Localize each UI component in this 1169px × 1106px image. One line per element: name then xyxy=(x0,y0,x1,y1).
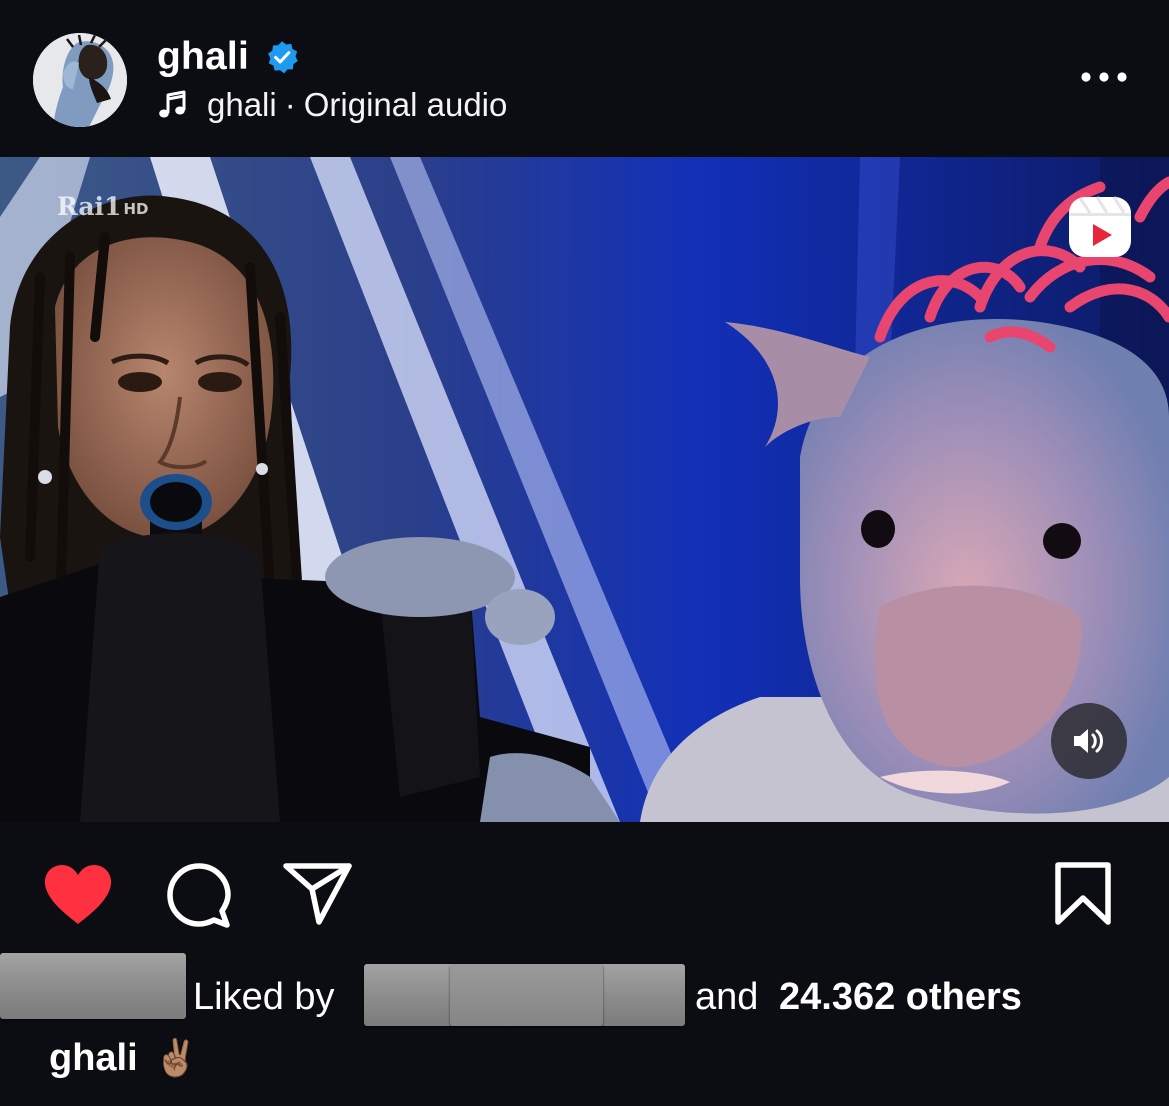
redacted-username-overlay xyxy=(450,964,603,1026)
audio-link[interactable]: ghali · Original audio xyxy=(157,84,507,126)
comment-icon[interactable] xyxy=(165,862,233,930)
music-note-icon xyxy=(159,90,186,118)
bookmark-icon[interactable] xyxy=(1054,862,1112,926)
liked-by-prefix: Liked by xyxy=(193,976,335,1018)
reels-icon[interactable] xyxy=(1066,194,1134,260)
share-icon[interactable] xyxy=(283,862,353,926)
audio-separator: · xyxy=(284,86,296,123)
broadcaster-channel: 1 xyxy=(104,191,122,221)
post-username[interactable]: ghali xyxy=(157,34,249,80)
video-frame xyxy=(0,157,1169,822)
post-video[interactable]: Rai 1 HD xyxy=(0,157,1169,822)
verified-badge-icon xyxy=(268,41,298,74)
speaker-icon xyxy=(1074,729,1103,753)
broadcaster-name: Rai xyxy=(57,191,105,221)
likes-conjunction: and xyxy=(695,976,759,1018)
post-header: ghali ghali · Original audio xyxy=(0,0,1169,157)
audio-artist: ghali xyxy=(207,86,277,123)
caption-username[interactable]: ghali xyxy=(49,1037,138,1080)
broadcaster-quality: HD xyxy=(123,200,149,218)
likes-count[interactable]: 24.362 others xyxy=(779,972,1022,1022)
post-caption: ghali ✌🏽 xyxy=(49,1031,199,1085)
heart-filled-icon[interactable] xyxy=(43,864,113,926)
caption-text: ✌🏽 xyxy=(153,1037,199,1078)
more-options-icon[interactable] xyxy=(1074,60,1134,94)
redacted-avatar xyxy=(0,953,186,1019)
broadcaster-logo: Rai 1 HD xyxy=(57,188,148,224)
avatar[interactable] xyxy=(33,33,127,127)
sound-toggle-button[interactable] xyxy=(1051,703,1127,779)
audio-label: Original audio xyxy=(303,86,508,123)
